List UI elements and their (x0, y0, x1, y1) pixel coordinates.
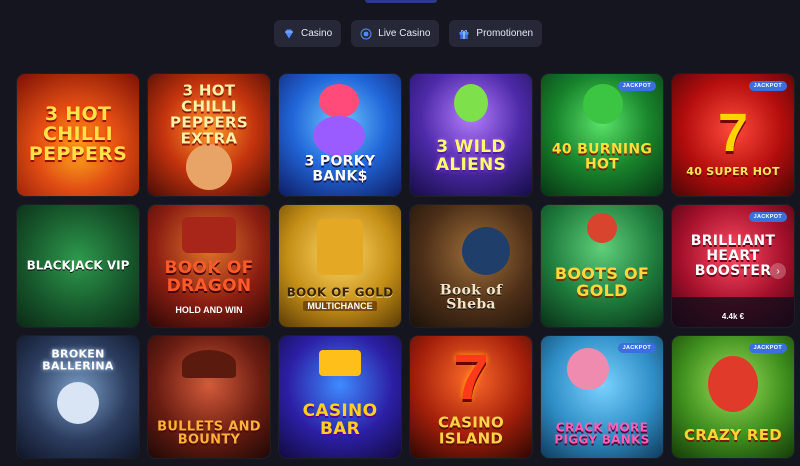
game-title: 3 PORKY BANK$ (304, 153, 376, 185)
game-title: BOOK OF GOLD (286, 285, 394, 300)
ballerina-icon (57, 382, 99, 424)
book-icon (182, 217, 236, 253)
game-tile-book-of-sheba[interactable]: Book of Sheba (410, 205, 532, 327)
game-tile-40-super-hot[interactable]: 7 40 SUPER HOT JACKPOT (672, 74, 794, 196)
seven-symbol-icon: 7 (717, 103, 749, 163)
game-tile-crazy-red[interactable]: CRAZY RED JACKPOT (672, 336, 794, 458)
seven-symbol-icon: 7 (453, 341, 489, 413)
top-accent-bar (365, 0, 437, 3)
game-tile-3-porky-banks[interactable]: 3 PORKY BANK$ (279, 74, 401, 196)
game-tile-book-of-gold[interactable]: BOOK OF GOLD MULTICHANCE (279, 205, 401, 327)
pharaoh-book-icon (317, 219, 363, 275)
game-tile-brilliant-heart-booster[interactable]: Brilliant HEART Booster JACKPOT › 4.4k € (672, 205, 794, 327)
game-title: CRACK MORE PIGGY BANKS (554, 420, 650, 447)
alien-icon (454, 84, 488, 122)
bar-symbol-icon (319, 350, 361, 376)
tab-promotionen[interactable]: Promotionen (449, 20, 543, 47)
game-tile-broken-ballerina[interactable]: BROKEN BALLERINA (17, 336, 139, 458)
pig-icon (319, 84, 359, 118)
cowboy-hat-icon (182, 350, 236, 378)
game-tile-40-burning-hot[interactable]: 40 BURNING HOT JACKPOT (541, 74, 663, 196)
tab-live-casino-label: Live Casino (378, 28, 431, 39)
parrot-icon (708, 356, 758, 412)
game-tile-boots-of-gold[interactable]: BOOTS OF GOLD (541, 205, 663, 327)
game-tile-casino-island[interactable]: 7 CASINO ISLAND (410, 336, 532, 458)
jackpot-badge: JACKPOT (748, 212, 787, 222)
game-tile-casino-bar[interactable]: CASINO BAR (279, 336, 401, 458)
game-title: BLACKJACK VIP (26, 258, 130, 273)
game-tile-3-hot-chilli-peppers-extra[interactable]: 3 HOT CHILLI PEPPERS EXTRA (148, 74, 270, 196)
game-title: CASINO BAR (302, 401, 378, 440)
game-title: 40 SUPER HOT (686, 164, 780, 178)
character-face-icon (186, 144, 232, 190)
game-tile-blackjack-vip[interactable]: BLACKJACK VIP (17, 205, 139, 327)
game-title: BULLETS AND BOUNTY (157, 418, 261, 448)
live-dot-icon (360, 28, 372, 40)
jackpot-badge: JACKPOT (617, 343, 656, 353)
pig-icon (313, 116, 365, 156)
jackpot-badge: JACKPOT (748, 81, 787, 91)
chevron-right-icon[interactable]: › (770, 263, 786, 279)
tab-live-casino[interactable]: Live Casino (351, 20, 440, 47)
game-tile-crack-more-piggy-banks[interactable]: CRACK MORE PIGGY BANKS JACKPOT (541, 336, 663, 458)
game-tile-bullets-and-bounty[interactable]: BULLETS AND BOUNTY (148, 336, 270, 458)
jackpot-amount: 4.4k € (721, 312, 745, 321)
tab-casino[interactable]: Casino (274, 20, 342, 47)
diamond-icon (283, 28, 295, 40)
game-subtitle: MULTICHANCE (303, 301, 377, 311)
clover-icon (583, 84, 623, 124)
tab-casino-label: Casino (301, 28, 333, 39)
pig-icon (567, 348, 609, 390)
game-tile-3-wild-aliens[interactable]: 3 WILD ALIENS (410, 74, 532, 196)
game-title: CRAZY RED (683, 426, 783, 445)
game-title: 3 HOT CHILLI PEPPERS (28, 103, 128, 165)
game-tile-book-of-dragon[interactable]: BOOK OF DRAGON HOLD AND WIN (148, 205, 270, 327)
game-title: BOOK OF DRAGON (164, 258, 254, 297)
game-subtitle: HOLD AND WIN (175, 305, 243, 315)
gift-icon (458, 28, 470, 40)
game-tile-3-hot-chilli-peppers[interactable]: 3 HOT CHILLI PEPPERS (17, 74, 139, 196)
game-grid: 3 HOT CHILLI PEPPERS 3 HOT CHILLI PEPPER… (17, 74, 794, 458)
game-title: BROKEN BALLERINA (42, 347, 114, 373)
tab-promotionen-label: Promotionen (476, 28, 534, 39)
game-title: 3 WILD ALIENS (435, 137, 507, 175)
eye-emblem-icon (462, 227, 510, 275)
game-title: 40 BURNING HOT (551, 141, 653, 172)
category-tabs: Casino Live Casino Promotionen (274, 20, 543, 47)
game-title: Book of Sheba (439, 282, 503, 313)
jackpot-badge: JACKPOT (617, 81, 656, 91)
game-title: 3 HOT CHILLI PEPPERS EXTRA (170, 81, 248, 148)
jackpot-badge: JACKPOT (748, 343, 787, 353)
game-title: BOOTS OF GOLD (554, 264, 650, 301)
character-head-icon (587, 213, 617, 243)
game-title: CASINO ISLAND (437, 413, 505, 448)
